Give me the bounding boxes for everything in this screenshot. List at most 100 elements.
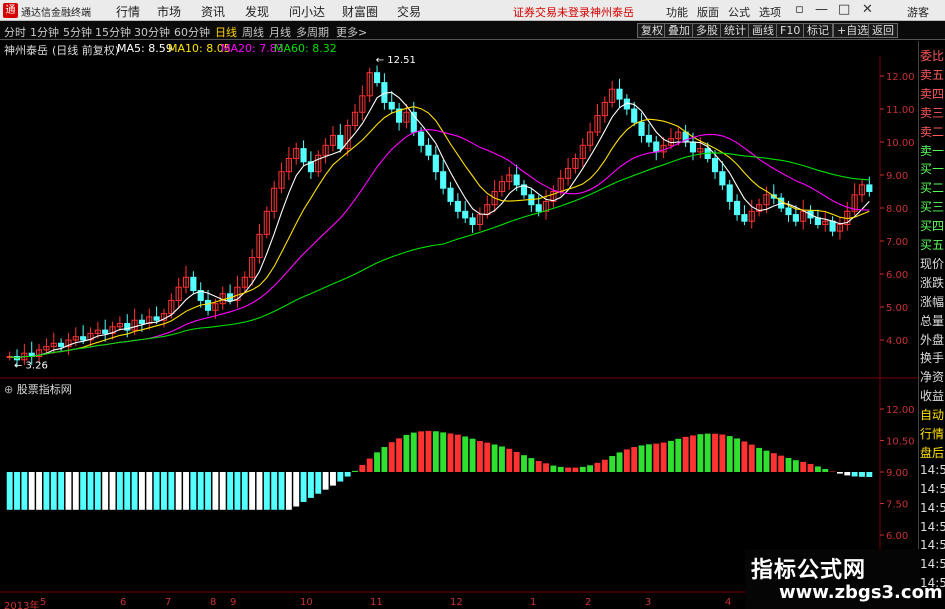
indicator-bar — [506, 448, 513, 472]
price-tick-label: 6.00 — [886, 270, 908, 281]
indicator-bar — [285, 472, 292, 510]
quote-panel-item[interactable]: 卖三 — [920, 104, 945, 120]
sub-indicator-name: 股票指标网 — [16, 383, 72, 396]
candle — [432, 154, 439, 173]
indicator-bar — [322, 472, 329, 490]
indicator-bar — [168, 472, 175, 510]
quote-panel-item[interactable]: 买四 — [920, 217, 945, 233]
quote-panel-item[interactable]: 14:50 — [920, 482, 945, 498]
candle — [719, 171, 726, 186]
candle — [58, 342, 65, 348]
indicator-bar — [631, 447, 638, 472]
indicator-bar — [623, 449, 630, 472]
quote-panel-item[interactable]: 涨幅 — [920, 293, 945, 309]
kline-chart[interactable]: 12.00 11.00 10.00 9.00 8.00 7.00 6.00 5.00 4.00 1… — [0, 0, 918, 609]
candle — [785, 207, 792, 216]
indicator-bar — [462, 436, 469, 472]
quote-panel-item[interactable]: 14:50 — [920, 557, 945, 573]
indicator-bar — [601, 459, 608, 472]
candle — [102, 329, 109, 334]
indicator-bar — [403, 434, 410, 472]
candle — [792, 214, 799, 222]
quote-panel-item[interactable]: 总量 — [920, 312, 945, 328]
quote-panel-item[interactable]: 买二 — [920, 179, 945, 195]
price-tick-label: 11.00 — [886, 105, 915, 116]
indicator-bar — [851, 472, 858, 477]
indicator-bar — [161, 472, 167, 510]
candle — [388, 101, 395, 110]
indicator-bar — [675, 438, 682, 472]
indicator-bar — [712, 433, 718, 472]
quote-panel-item[interactable]: 卖二 — [920, 123, 945, 139]
indicator-bar — [572, 467, 579, 472]
quote-panel-item[interactable]: 14:50 — [920, 538, 945, 554]
indicator-bar — [682, 436, 689, 472]
indicator-bar — [263, 472, 270, 510]
indicator-bar — [425, 430, 432, 472]
date-label: 8 — [210, 597, 217, 608]
price-tick-label: 10.00 — [886, 138, 915, 149]
quote-panel-item[interactable]: 盘后 — [920, 444, 945, 460]
indicator-bar — [800, 461, 807, 472]
quote-panel-item[interactable]: 14:50 — [920, 520, 945, 536]
quote-panel-item[interactable]: 现价 — [920, 255, 945, 271]
quote-panel-item[interactable]: 卖五 — [920, 66, 945, 82]
quote-panel-item[interactable]: 买五 — [920, 236, 945, 252]
candle — [462, 210, 469, 219]
quote-panel-item[interactable]: 净资 — [920, 368, 945, 384]
indicator-bar — [491, 444, 498, 472]
indicator-bar — [227, 472, 234, 510]
indicator-bar — [719, 434, 726, 472]
quote-panel-item[interactable]: 换手 — [920, 349, 945, 365]
quote-panel-item[interactable]: 行情 — [920, 425, 945, 441]
quote-panel-item[interactable]: 买三 — [920, 198, 945, 214]
quote-panel-item[interactable]: 卖一 — [920, 142, 945, 158]
indicator-bar — [131, 472, 138, 510]
indicator-bar — [792, 460, 799, 472]
candle — [454, 200, 461, 212]
quote-panel-item[interactable]: 委比 — [920, 47, 945, 63]
indicator-bar — [741, 441, 748, 472]
indicator-bar — [513, 451, 520, 472]
quote-panel-item[interactable]: 涨跌 — [920, 274, 945, 290]
date-label: 12 — [450, 597, 463, 608]
indicator-bar — [116, 472, 123, 510]
indicator-bar — [440, 432, 447, 472]
ma10-line — [9, 106, 870, 359]
indicator-bar — [300, 472, 307, 502]
quote-panel-item[interactable]: 外盘 — [920, 331, 945, 347]
date-label: 10 — [300, 597, 313, 608]
sub-indicator-label: ⊕ 股票指标网 — [4, 381, 72, 397]
quote-panel-item[interactable]: 买一 — [920, 160, 945, 176]
ma60-line — [9, 152, 870, 359]
indicator-bar — [197, 472, 204, 510]
indicator-bar — [344, 472, 351, 477]
date-label: 1 — [530, 597, 537, 608]
indicator-bar — [484, 442, 491, 472]
quote-panel-item[interactable]: 14:50 — [920, 463, 945, 479]
candle — [645, 134, 652, 143]
indicator-bar — [352, 470, 358, 472]
indicator-bar — [756, 447, 763, 472]
date-label: 4 — [725, 597, 732, 608]
quote-panel-item[interactable]: 自动 — [920, 406, 945, 422]
indicator-bar — [337, 472, 344, 482]
indicator-bar — [381, 447, 388, 472]
candle — [469, 217, 476, 225]
candle — [300, 148, 307, 163]
indicator-bar — [366, 458, 373, 472]
indicator-bar — [94, 472, 101, 510]
candle — [190, 276, 197, 291]
indicator-settings-icon[interactable]: ⊕ — [4, 383, 13, 396]
indicator-bar — [528, 458, 535, 472]
quote-panel-item[interactable]: 14:50 — [920, 501, 945, 517]
indicator-bar — [190, 472, 197, 510]
indicator-bar — [454, 434, 461, 472]
indicator-bar — [410, 432, 417, 472]
candle — [711, 158, 719, 173]
sub-tick-label: 12.00 — [886, 405, 915, 416]
indicator-bar — [234, 472, 241, 510]
indicator-bar — [315, 472, 322, 494]
quote-panel-item[interactable]: 卖四 — [920, 85, 945, 101]
quote-panel-item[interactable]: 收益 — [920, 387, 945, 403]
